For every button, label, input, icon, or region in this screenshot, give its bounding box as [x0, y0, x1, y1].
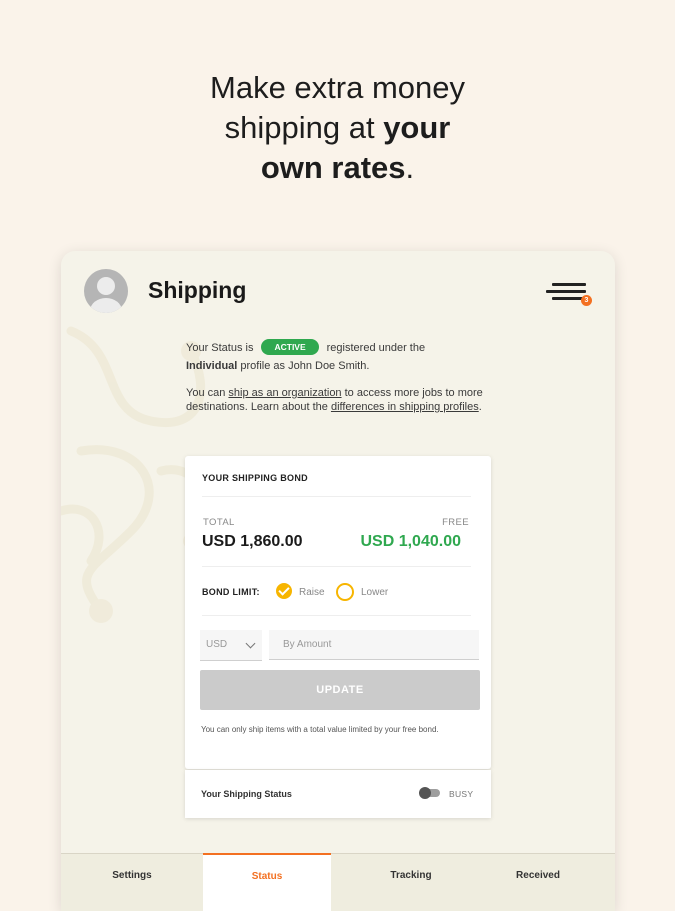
- registered-under-text: registered under the: [326, 342, 426, 354]
- headline-line-1: Make extra money: [210, 70, 465, 105]
- menu-icon-line: [552, 283, 586, 286]
- org-suffix: .: [478, 401, 482, 413]
- bond-card-title: YOUR SHIPPING BOND: [202, 473, 308, 483]
- update-button[interactable]: UPDATE: [200, 670, 480, 710]
- notification-badge: 3: [581, 295, 592, 306]
- status-line: Your Status is ACTIVE registered under the…: [186, 339, 496, 375]
- headline-line-3-plain: .: [405, 150, 415, 185]
- org-prefix: You can: [186, 387, 229, 399]
- free-label: FREE: [442, 517, 469, 528]
- total-value: USD 1,860.00: [202, 533, 303, 550]
- status-badge: ACTIVE: [261, 339, 319, 355]
- lower-radio[interactable]: [336, 583, 354, 601]
- organization-info: You can ship as an organization to acces…: [186, 386, 496, 414]
- raise-radio[interactable]: [276, 583, 292, 599]
- bond-note: You can only ship items with a total val…: [201, 725, 439, 734]
- headline-line-2: shipping at your: [0, 108, 675, 148]
- lower-label[interactable]: Lower: [361, 587, 388, 598]
- free-value: USD 1,040.00: [360, 533, 461, 550]
- headline-line-2-plain: shipping at: [224, 110, 384, 145]
- menu-icon-line: [546, 290, 586, 293]
- tab-status[interactable]: Status: [203, 853, 331, 911]
- chevron-down-icon: [245, 638, 256, 649]
- divider: [202, 566, 471, 567]
- tab-settings[interactable]: Settings: [61, 854, 203, 911]
- headline-line-3-bold: own rates: [260, 150, 406, 185]
- menu-button[interactable]: 3: [546, 279, 594, 309]
- shipping-status-state: BUSY: [449, 789, 474, 799]
- shipping-status-card: Your Shipping Status BUSY: [185, 770, 491, 818]
- divider: [202, 615, 471, 616]
- shipping-profiles-differences-link[interactable]: differences in shipping profiles: [331, 401, 479, 413]
- headline-line-3: own rates.: [0, 148, 675, 188]
- headline: Make extra money shipping at your own ra…: [0, 68, 675, 188]
- tab-received[interactable]: Received: [481, 854, 595, 911]
- avatar[interactable]: [84, 269, 128, 313]
- amount-input[interactable]: [269, 630, 479, 660]
- divider: [202, 496, 471, 497]
- raise-label[interactable]: Raise: [299, 587, 325, 598]
- avatar-head: [97, 277, 115, 295]
- profile-name-text: profile as John Doe Smith.: [237, 360, 370, 372]
- ship-as-organization-link[interactable]: ship as an organization: [228, 387, 341, 399]
- avatar-body: [90, 298, 122, 313]
- bond-limit-label: BOND LIMIT:: [202, 587, 260, 597]
- toggle-knob: [419, 787, 431, 799]
- total-label: TOTAL: [203, 517, 235, 528]
- app-screen: Shipping 3 Your Status is ACTIVE registere…: [61, 251, 615, 911]
- shipping-bond-card: YOUR SHIPPING BOND TOTAL USD 1,860.00 FR…: [185, 456, 491, 769]
- profile-type: Individual: [186, 360, 238, 372]
- headline-line-2-bold: your: [383, 110, 451, 145]
- currency-select[interactable]: USD: [200, 630, 262, 661]
- status-prefix: Your Status is: [186, 342, 254, 354]
- page-title: Shipping: [148, 277, 247, 303]
- shipping-status-label: Your Shipping Status: [201, 789, 292, 799]
- currency-value: USD: [206, 639, 228, 650]
- bottom-tab-bar: Settings Status Tracking Received: [61, 853, 615, 911]
- tab-tracking[interactable]: Tracking: [341, 854, 481, 911]
- status-description: Your Status is ACTIVE registered under the…: [186, 339, 496, 414]
- busy-toggle[interactable]: [419, 787, 440, 799]
